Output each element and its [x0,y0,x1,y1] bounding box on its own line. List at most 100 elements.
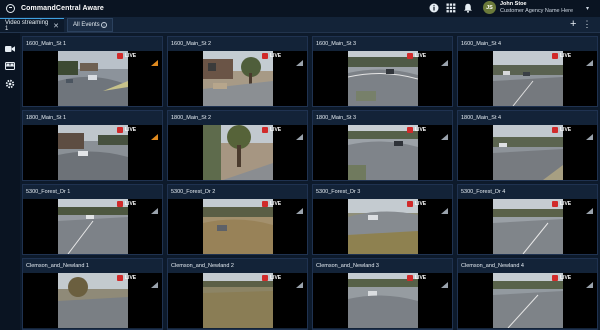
live-indicator: LIVE [407,201,426,207]
camera-image [58,125,128,180]
camera-image [203,199,273,254]
record-icon [117,127,123,133]
live-indicator: LIVE [552,53,571,59]
video-feed[interactable]: LIVE [168,273,307,328]
record-icon [262,53,268,59]
signal-strength-icon [296,275,303,288]
camera-title: 5300_Forest_Dr 4 [461,189,506,195]
more-options-icon[interactable]: ⋮ [582,19,591,30]
video-feed[interactable]: LIVE [313,273,452,328]
video-feed[interactable]: LIVE [458,273,597,328]
camera-tile[interactable]: 1800_Main_St 1 LIVE [22,110,163,181]
header-actions [428,2,479,14]
camera-image [58,199,128,254]
video-feed[interactable]: LIVE [458,125,597,180]
camera-tile[interactable]: Clemson_and_Newland 3 LIVE [312,258,453,330]
video-feed[interactable]: LIVE [168,199,307,254]
app-header: CommandCentral Aware JS John Stoe Custom… [0,0,600,17]
video-grid: 1600_Main_St 1 LIVE 1600_Main_St 2 LIVE … [22,36,600,330]
video-feed[interactable]: LIVE [313,51,452,106]
avatar: JS [483,1,496,14]
video-feed[interactable]: LIVE [313,125,452,180]
camera-tile[interactable]: 5300_Forest_Dr 4 LIVE [457,184,598,255]
signal-strength-icon [586,275,593,288]
camera-title: Clemson_and_Newland 4 [461,263,524,269]
live-indicator: LIVE [407,275,426,281]
record-icon [117,201,123,207]
signal-strength-icon [586,201,593,214]
live-indicator: LIVE [262,201,281,207]
tab-video-streaming-1[interactable]: Video streaming 1 ✕ [0,18,64,32]
camera-title: 1800_Main_St 4 [461,115,502,121]
camera-tile[interactable]: 1600_Main_St 4 LIVE [457,36,598,107]
tab-all-events[interactable]: All Events i [67,18,113,32]
info-icon[interactable]: i [101,22,107,28]
signal-strength-icon [151,127,158,140]
record-icon [552,53,558,59]
camera-title: 1800_Main_St 3 [316,115,357,121]
signal-strength-icon [586,53,593,66]
camera-tile[interactable]: Clemson_and_Newland 4 LIVE [457,258,598,330]
camera-image [348,51,418,106]
video-wall-icon[interactable] [5,61,15,71]
camera-tile[interactable]: 1600_Main_St 3 LIVE [312,36,453,107]
video-feed[interactable]: LIVE [23,273,162,328]
camera-tile[interactable]: 1600_Main_St 1 LIVE [22,36,163,107]
camera-title: 5300_Forest_Dr 1 [26,189,71,195]
live-indicator: LIVE [117,201,136,207]
video-feed[interactable]: LIVE [168,125,307,180]
signal-strength-icon [151,53,158,66]
grid-apps-icon[interactable] [445,2,457,14]
video-feed[interactable]: LIVE [458,199,597,254]
camera-tile[interactable]: 1800_Main_St 4 LIVE [457,110,598,181]
record-icon [407,53,413,59]
video-feed[interactable]: LIVE [458,51,597,106]
info-icon[interactable] [428,2,440,14]
camera-image [58,51,128,106]
record-icon [407,127,413,133]
camera-title: 1600_Main_St 1 [26,41,67,47]
camera-title: Clemson_and_Newland 3 [316,263,379,269]
camera-tile[interactable]: 1800_Main_St 3 LIVE [312,110,453,181]
record-icon [262,275,268,281]
sidebar [0,33,20,330]
record-icon [552,275,558,281]
camera-image [348,273,418,328]
camera-image [493,199,563,254]
add-tab-icon[interactable]: + [570,19,576,30]
camera-tile[interactable]: 5300_Forest_Dr 2 LIVE [167,184,308,255]
camera-tile[interactable]: 1800_Main_St 2 LIVE [167,110,308,181]
live-indicator: LIVE [552,127,571,133]
tab-label: Video streaming 1 [5,19,49,32]
video-feed[interactable]: LIVE [23,125,162,180]
user-menu[interactable]: JS John Stoe Customer Agency Name Here ▾ [483,1,589,14]
record-icon [407,201,413,207]
record-icon [262,127,268,133]
video-feed[interactable]: LIVE [313,199,452,254]
live-indicator: LIVE [262,127,281,133]
live-indicator: LIVE [552,201,571,207]
camera-title: 1600_Main_St 2 [171,41,212,47]
signal-strength-icon [441,201,448,214]
tab-label: All Events [73,22,100,28]
camera-tile[interactable]: 5300_Forest_Dr 1 LIVE [22,184,163,255]
camera-title: Clemson_and_Newland 2 [171,263,234,269]
camera-tile[interactable]: Clemson_and_Newland 2 LIVE [167,258,308,330]
camera-tile[interactable]: 5300_Forest_Dr 3 LIVE [312,184,453,255]
camera-image [348,125,418,180]
camera-tile[interactable]: Clemson_and_Newland 1 LIVE [22,258,163,330]
video-feed[interactable]: LIVE [23,199,162,254]
video-camera-icon[interactable] [5,44,15,54]
camera-title: 1800_Main_St 1 [26,115,67,121]
record-icon [552,127,558,133]
camera-tile[interactable]: 1600_Main_St 2 LIVE [167,36,308,107]
video-feed[interactable]: LIVE [23,51,162,106]
bell-icon[interactable] [462,2,474,14]
chevron-down-icon[interactable]: ▾ [586,5,589,12]
camera-title: 1800_Main_St 2 [171,115,212,121]
close-icon[interactable]: ✕ [53,22,59,30]
video-feed[interactable]: LIVE [168,51,307,106]
record-icon [407,275,413,281]
live-indicator: LIVE [117,127,136,133]
settings-icon[interactable] [5,79,15,89]
